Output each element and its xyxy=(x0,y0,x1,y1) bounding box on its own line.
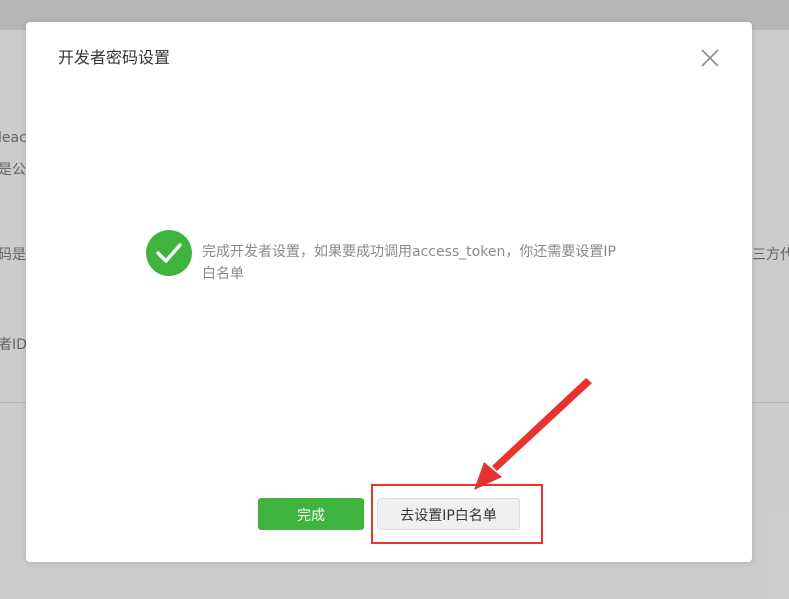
done-button[interactable]: 完成 xyxy=(258,498,364,530)
checkmark-icon xyxy=(156,243,182,263)
success-message: 完成开发者设置，如果要成功调用access_token，你还需要设置IP白名单 xyxy=(202,244,616,282)
close-button[interactable] xyxy=(698,46,722,70)
success-badge xyxy=(146,230,192,276)
developer-password-dialog: 开发者密码设置 完成开发者设置，如果要成功调用access_token，你还需要… xyxy=(26,22,752,562)
dialog-title: 开发者密码设置 xyxy=(58,48,171,67)
close-icon xyxy=(701,49,719,67)
set-ip-whitelist-button[interactable]: 去设置IP白名单 xyxy=(377,498,520,530)
